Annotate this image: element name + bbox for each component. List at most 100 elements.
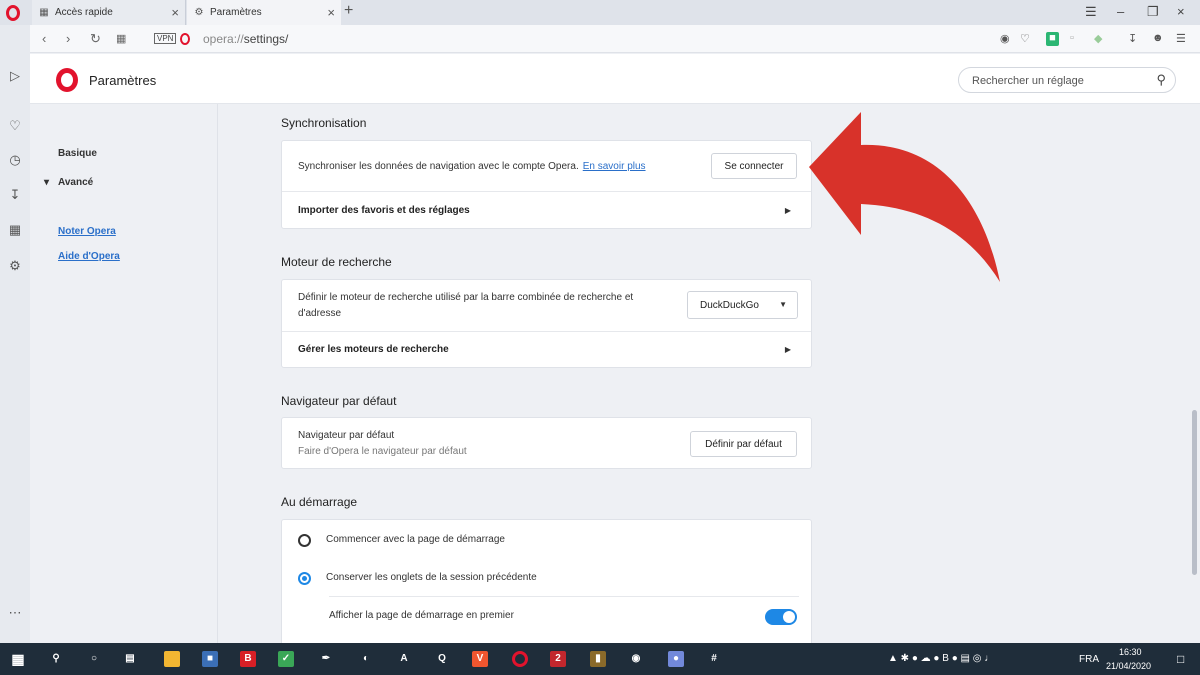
language-indicator[interactable]: FRA <box>1079 654 1099 665</box>
vpn-badge[interactable]: VPN <box>154 33 177 44</box>
tab-speed-dial[interactable]: ▦ Accès rapide × <box>32 0 186 25</box>
manage-engines-row[interactable]: Gérer les moteurs de recherche <box>298 344 449 355</box>
section-title: Moteur de recherche <box>281 255 392 269</box>
opera-menu-icon[interactable] <box>6 5 20 21</box>
selected-engine: DuckDuckGo <box>700 299 759 311</box>
tray-icons[interactable]: ▲ ✱ ● ☁ ● B ● ▤ ◎ ♩ <box>888 653 994 664</box>
close-tab-icon[interactable]: × <box>327 5 335 20</box>
close-tab-icon[interactable]: × <box>171 5 179 20</box>
notifications-icon[interactable]: □ <box>1177 652 1184 666</box>
app-2-icon[interactable]: 2 <box>550 651 566 667</box>
set-default-button[interactable]: Définir par défaut <box>690 431 797 457</box>
divider <box>282 191 811 192</box>
easy-setup-icon[interactable]: ☰ <box>1176 32 1186 45</box>
gear-icon[interactable]: ⚙ <box>7 258 23 274</box>
opera-logo <box>56 68 78 92</box>
default-browser-description: Navigateur par défaut Faire d'Opera le na… <box>298 430 467 457</box>
show-start-page-toggle[interactable] <box>765 609 797 625</box>
task-view-icon[interactable]: ▤ <box>122 651 138 667</box>
restore-button[interactable]: ❐ <box>1147 4 1159 20</box>
app-b-icon[interactable]: B <box>240 651 256 667</box>
learn-more-link[interactable]: En savoir plus <box>583 161 646 172</box>
opera-url-icon <box>180 33 190 45</box>
slack-icon[interactable]: # <box>706 651 722 667</box>
reload-icon[interactable]: ↻ <box>90 31 101 47</box>
search-settings-input[interactable]: Rechercher un réglage ⚲ <box>958 67 1176 93</box>
minimize-button[interactable]: – <box>1117 4 1124 19</box>
back-icon[interactable]: ‹ <box>42 31 46 46</box>
nav-advanced[interactable]: Avancé <box>58 177 93 188</box>
settings-content: Synchronisation Synchroniser les données… <box>219 104 1200 643</box>
opera-taskbar-icon[interactable] <box>512 651 528 667</box>
address-bar: ‹ › ↻ ▦ VPN opera://settings/ ◉ ♡ ■ ▫ ◆ … <box>30 25 1200 53</box>
heart-icon[interactable]: ♡ <box>7 118 23 134</box>
section-title: Synchronisation <box>281 116 367 130</box>
tab-label: Paramètres <box>210 7 262 18</box>
page-title: Paramètres <box>89 73 157 88</box>
extension-icon[interactable]: ▫ <box>1070 32 1074 44</box>
nav-basic[interactable]: Basique <box>58 148 97 159</box>
library-icon[interactable]: ▮ <box>590 651 606 667</box>
account-icon[interactable]: ☻ <box>1152 32 1164 44</box>
import-bookmarks-row[interactable]: Importer des favoris et des réglages <box>298 205 470 216</box>
tabs-grid-icon[interactable]: ▦ <box>116 32 126 45</box>
section-title: Navigateur par défaut <box>281 394 397 408</box>
search-icon[interactable]: ⚲ <box>48 651 64 667</box>
heart-icon[interactable]: ♡ <box>1020 32 1030 45</box>
windows-taskbar: ▦ ⚲ ○ ▤ ■ B ✓ ✒ ◐ A Q V 2 ▮ ◉ ● # ▲ ✱ ● … <box>0 643 1200 675</box>
app-icon[interactable]: ◐ <box>358 651 374 667</box>
radio-restore-session[interactable] <box>298 572 311 585</box>
steam-icon[interactable]: ◉ <box>628 651 644 667</box>
app-check-icon[interactable]: ✓ <box>278 651 294 667</box>
divider <box>282 331 811 332</box>
extension-icon[interactable]: ■ <box>1046 32 1059 46</box>
settings-header: Paramètres Rechercher un réglage ⚲ <box>30 54 1200 104</box>
cortana-icon[interactable]: ○ <box>86 651 102 667</box>
radio-start-page[interactable] <box>298 534 311 547</box>
sync-description: Synchroniser les données de navigation a… <box>298 161 646 172</box>
close-window-button[interactable]: × <box>1177 4 1185 19</box>
extension-icon[interactable]: ◆ <box>1094 32 1102 45</box>
clock-date[interactable]: 21/04/2020 <box>1106 661 1151 671</box>
forward-icon[interactable]: › <box>66 31 70 46</box>
nav-advanced-caret[interactable]: ▾ <box>44 177 49 188</box>
chevron-right-icon[interactable]: ▶ <box>785 345 791 354</box>
rate-opera-link[interactable]: Noter Opera <box>58 226 116 237</box>
file-explorer-icon[interactable] <box>164 651 180 667</box>
more-icon[interactable]: ⋯ <box>7 605 23 621</box>
download-icon[interactable]: ↧ <box>7 187 23 203</box>
tab-settings[interactable]: ⚙ Paramètres × <box>187 0 341 25</box>
chevron-down-icon: ▼ <box>779 300 787 309</box>
app-q-icon[interactable]: Q <box>434 651 450 667</box>
tab-label: Accès rapide <box>55 7 113 18</box>
snapshot-icon[interactable]: ◉ <box>1000 32 1010 45</box>
history-icon[interactable]: ◷ <box>7 152 23 168</box>
app-pen-icon[interactable]: ✒ <box>318 651 334 667</box>
scrollbar[interactable] <box>1192 410 1197 575</box>
tab-menu-icon[interactable]: ☰ <box>1085 4 1097 20</box>
app-a-icon[interactable]: A <box>396 651 412 667</box>
search-engine-card: Définir le moteur de recherche utilisé p… <box>281 279 812 368</box>
download-icon[interactable]: ↧ <box>1128 32 1137 45</box>
url-field[interactable]: opera://settings/ <box>203 32 288 46</box>
section-title: Au démarrage <box>281 495 358 509</box>
search-engine-description: Définir le moteur de recherche utilisé p… <box>298 292 634 319</box>
search-engine-select[interactable]: DuckDuckGo ▼ <box>687 291 798 319</box>
connect-button[interactable]: Se connecter <box>711 153 797 179</box>
settings-nav: Basique ▾ Avancé Noter Opera Aide d'Oper… <box>30 104 218 643</box>
vivaldi-icon[interactable]: V <box>472 651 488 667</box>
tab-strip: ▦ Accès rapide × ⚙ Paramètres × + ☰ – ❐ … <box>0 0 1200 25</box>
extensions-icon[interactable]: ▦ <box>7 222 23 238</box>
new-tab-button[interactable]: + <box>344 2 353 20</box>
help-link[interactable]: Aide d'Opera <box>58 251 120 262</box>
option-label: Afficher la page de démarrage en premier <box>329 610 514 621</box>
windows-start-icon[interactable]: ▦ <box>10 651 26 667</box>
startup-card: Commencer avec la page de démarrage Cons… <box>281 519 812 643</box>
option-label: Commencer avec la page de démarrage <box>326 534 505 545</box>
clock-time[interactable]: 16:30 <box>1119 647 1142 657</box>
discord-icon[interactable]: ● <box>668 651 684 667</box>
search-placeholder: Rechercher un réglage <box>972 75 1084 87</box>
option-label: Conserver les onglets de la session préc… <box>326 572 537 583</box>
send-icon[interactable]: ▷ <box>7 68 23 84</box>
store-icon[interactable]: ■ <box>202 651 218 667</box>
